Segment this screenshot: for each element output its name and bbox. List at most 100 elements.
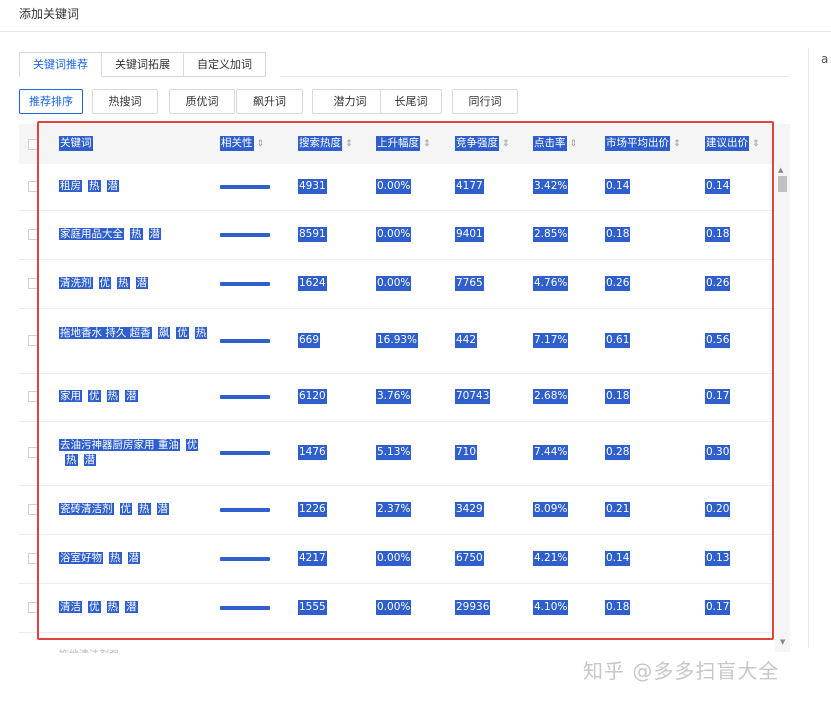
column-header-search-heat[interactable]: 搜索热度 ⇕ — [298, 136, 353, 151]
cell-value: 4.21% — [533, 550, 569, 566]
scroll-down-icon[interactable]: ▼ — [780, 638, 785, 646]
row-divider — [19, 210, 775, 211]
row-checkbox[interactable] — [28, 391, 39, 402]
cell-value: 2.68% — [533, 389, 569, 404]
cell-value: 4177 — [455, 179, 484, 194]
row-checkbox[interactable] — [28, 601, 39, 613]
keyword-tag-badge: 优 — [88, 600, 101, 613]
cell-search-heat: 1476 — [298, 445, 327, 460]
filter-chip-7[interactable]: 同行词 — [452, 89, 518, 114]
cell-value: 1624 — [298, 275, 327, 291]
sort-icon[interactable]: ⇕ — [423, 139, 431, 149]
keyword-tag-badge: 潜 — [125, 390, 138, 402]
keyword-text: 租房 — [59, 180, 82, 192]
cell-value: 7.44% — [533, 445, 569, 460]
cell-suggested-bid: 0.18 — [705, 226, 731, 242]
tab-2[interactable]: 关键词拓展 — [102, 52, 184, 77]
column-header-rise[interactable]: 上升幅度 ⇕ — [376, 136, 431, 151]
column-header-ctr[interactable]: 点击率 ⇕ — [533, 136, 577, 151]
keyword-cell[interactable]: 去油污神器厨房家用 重油 优热潜 — [59, 438, 209, 468]
cell-value: 0.14 — [605, 550, 631, 566]
keyword-text: 家用 — [59, 390, 82, 402]
filter-chip-6[interactable]: 长尾词 — [380, 89, 442, 114]
sort-icon[interactable]: ⇕ — [257, 139, 265, 149]
cell-value: 16.93% — [376, 332, 419, 348]
keyword-tag-badge: 热 — [130, 227, 143, 240]
scroll-up-icon[interactable]: ▲ — [778, 166, 783, 174]
cell-value: 0.00% — [376, 226, 412, 242]
cell-rise: 0.00% — [376, 275, 412, 291]
keyword-cell[interactable]: 家庭用品大全热潜 — [59, 227, 209, 242]
sort-icon[interactable]: ⇕ — [752, 139, 760, 149]
sort-icon[interactable]: ⇕ — [502, 139, 510, 149]
keyword-tag-badge: 潜 — [148, 227, 161, 240]
cell-value: 0.26 — [705, 275, 731, 291]
cell-competition: 442 — [455, 332, 478, 348]
column-header-label: 上升幅度 — [376, 136, 420, 151]
keyword-cell[interactable]: 家用优热潜 — [59, 389, 209, 404]
cell-value: 0.14 — [605, 179, 631, 194]
keyword-text: 家庭用品大全 — [59, 227, 124, 240]
cell-competition: 4177 — [455, 179, 484, 194]
column-header-label: 建议出价 — [705, 136, 749, 151]
cell-value: 1555 — [298, 599, 327, 615]
row-checkbox[interactable] — [28, 277, 39, 289]
keyword-cell[interactable]: 瓷砖清洁剂优热潜 — [59, 502, 209, 517]
filter-chip-3[interactable]: 质优词 — [169, 89, 235, 114]
cell-value: 0.61 — [605, 332, 631, 348]
cell-value: 0.20 — [705, 501, 731, 517]
row-checkbox[interactable] — [28, 334, 39, 346]
column-header-suggested-bid[interactable]: 建议出价 ⇕ — [705, 136, 760, 151]
tab-3[interactable]: 自定义加词 — [184, 52, 266, 77]
keyword-tag-badge: 潜 — [125, 600, 138, 613]
table-scrollbar[interactable] — [775, 164, 790, 652]
cell-ctr: 4.21% — [533, 550, 569, 566]
cell-value: 8.09% — [533, 501, 569, 517]
row-checkbox[interactable] — [28, 228, 39, 240]
sort-icon[interactable]: ⇕ — [673, 139, 681, 149]
filter-chip-1[interactable]: 推荐排序 — [19, 89, 83, 114]
cell-avg-bid: 0.18 — [605, 389, 631, 404]
keyword-text: 拖地香水 持久 超香 — [59, 326, 152, 339]
cell-value: 3429 — [455, 501, 484, 517]
filter-chip-2[interactable]: 热搜词 — [92, 89, 158, 114]
keyword-tag-badge: 潜 — [83, 454, 96, 466]
tab-1[interactable]: 关键词推荐 — [19, 52, 102, 77]
column-header-avg-bid[interactable]: 市场平均出价 ⇕ — [605, 136, 681, 151]
cell-avg-bid: 0.26 — [605, 275, 631, 291]
cell-rise: 0.00% — [376, 226, 412, 242]
relevance-bar — [220, 451, 270, 455]
sort-icon[interactable]: ⇕ — [570, 139, 578, 149]
keyword-cell[interactable]: 清洁优热潜 — [59, 600, 209, 615]
keyword-tag-badge: 热 — [194, 326, 208, 339]
filter-chip-4[interactable]: 飙升词 — [236, 89, 303, 114]
scrollbar-thumb[interactable] — [778, 176, 787, 192]
keyword-cell[interactable]: 浴室好物热潜 — [59, 551, 209, 566]
cell-value: 4.10% — [533, 599, 569, 615]
relevance-bar — [220, 281, 270, 286]
cell-ctr: 2.85% — [533, 226, 569, 242]
cell-rise: 16.93% — [376, 332, 419, 348]
row-checkbox[interactable] — [28, 181, 39, 192]
keyword-cell[interactable]: 租房热潜 — [59, 179, 209, 194]
row-divider — [19, 259, 775, 260]
cell-suggested-bid: 0.20 — [705, 501, 731, 517]
cell-value: 3.42% — [533, 179, 569, 194]
cell-value: 0.18 — [605, 226, 631, 242]
cell-value: 1476 — [298, 445, 327, 460]
cell-competition: 3429 — [455, 501, 484, 517]
row-checkbox[interactable] — [28, 503, 39, 515]
cell-value: 669 — [298, 332, 321, 348]
row-checkbox[interactable] — [28, 552, 39, 564]
keyword-cell[interactable]: 拖地香水 持久 超香飙优热 — [59, 326, 209, 341]
cell-value: 0.21 — [605, 501, 631, 517]
keyword-tag-badge: 优 — [185, 439, 199, 451]
row-checkbox[interactable] — [28, 447, 39, 458]
cell-suggested-bid: 0.17 — [705, 389, 731, 404]
filter-chip-5[interactable]: 潜力词 — [312, 89, 388, 114]
keyword-cell[interactable]: 清洗剂优热潜 — [59, 276, 209, 291]
select-all-checkbox[interactable] — [28, 139, 39, 150]
sort-icon[interactable]: ⇕ — [345, 139, 353, 149]
column-header-relevance[interactable]: 相关性 ⇕ — [220, 136, 264, 151]
column-header-competition[interactable]: 竞争强度 ⇕ — [455, 136, 510, 151]
